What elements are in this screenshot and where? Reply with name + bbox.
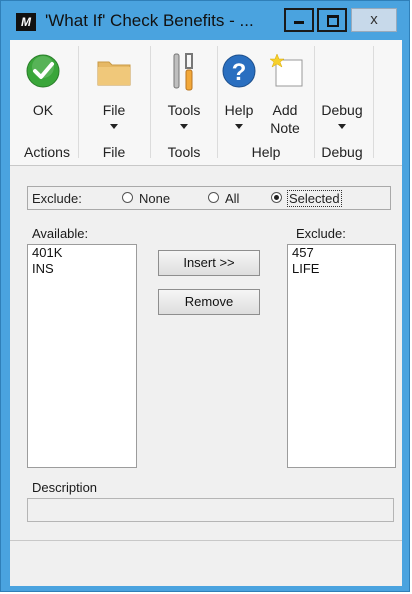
- tools-menu-button[interactable]: Tools: [154, 48, 214, 138]
- svg-text:?: ?: [232, 59, 247, 86]
- tools-label: Tools: [167, 102, 201, 118]
- help-menu-button[interactable]: ? Help: [216, 48, 262, 138]
- group-separator: [314, 46, 315, 158]
- minimize-button[interactable]: [284, 8, 314, 32]
- insert-button[interactable]: Insert >>: [158, 250, 260, 276]
- radio-all[interactable]: [208, 192, 219, 203]
- group-label-actions: Actions: [24, 144, 70, 160]
- debug-label: Debug: [321, 102, 363, 118]
- add-note-button[interactable]: Add Note: [262, 48, 308, 138]
- available-label: Available:: [32, 226, 89, 241]
- add-label: Add: [272, 102, 298, 118]
- window-title: 'What If' Check Benefits - ...: [45, 11, 254, 30]
- exclude-option-label: Exclude:: [32, 191, 82, 206]
- maximize-button[interactable]: [317, 8, 347, 32]
- description-field: [27, 498, 394, 522]
- close-button[interactable]: x: [351, 8, 397, 32]
- window-frame: M 'What If' Check Benefits - ... x OK Fi…: [0, 0, 410, 592]
- chevron-down-icon: [235, 124, 243, 129]
- chevron-down-icon: [338, 124, 346, 129]
- tools-icon: [173, 53, 193, 91]
- group-label-file: File: [102, 144, 126, 160]
- group-separator: [78, 46, 79, 158]
- title-bar[interactable]: M 'What If' Check Benefits - ... x: [1, 1, 409, 41]
- chevron-down-icon: [180, 124, 188, 129]
- radio-selected-label[interactable]: Selected: [287, 190, 342, 207]
- insert-button-label: Insert >>: [183, 255, 235, 270]
- chevron-down-icon: [110, 124, 118, 129]
- radio-all-label[interactable]: All: [225, 191, 239, 206]
- help-icon: ?: [222, 54, 256, 88]
- exclude-list[interactable]: 457 LIFE: [287, 244, 396, 468]
- group-separator: [373, 46, 374, 158]
- list-item[interactable]: 457: [288, 245, 395, 261]
- note-icon: [269, 53, 303, 87]
- group-label-tools: Tools: [167, 144, 201, 160]
- debug-menu-button[interactable]: Debug: [318, 48, 366, 138]
- ok-button[interactable]: OK: [16, 48, 70, 138]
- note-label: Note: [270, 120, 300, 136]
- app-icon: M: [16, 13, 36, 31]
- remove-button[interactable]: Remove: [158, 289, 260, 315]
- list-item[interactable]: INS: [28, 261, 136, 277]
- exclude-option-group: Exclude: None All Selected: [27, 186, 391, 210]
- ribbon: OK File Tools ? Help Add Note Debug Acti…: [10, 40, 402, 166]
- radio-selected[interactable]: [271, 192, 282, 203]
- group-label-help: Help: [251, 144, 281, 160]
- list-item[interactable]: LIFE: [288, 261, 395, 277]
- ok-label: OK: [32, 102, 54, 118]
- checkmark-icon: [26, 54, 60, 88]
- description-label: Description: [32, 480, 98, 495]
- group-label-debug: Debug: [321, 144, 363, 160]
- divider: [10, 540, 402, 541]
- file-menu-button[interactable]: File: [84, 48, 144, 138]
- client-area: OK File Tools ? Help Add Note Debug Acti…: [10, 40, 402, 586]
- help-label: Help: [224, 102, 254, 118]
- available-list[interactable]: 401K INS: [27, 244, 137, 468]
- file-label: File: [102, 102, 126, 118]
- group-separator: [150, 46, 151, 158]
- radio-none[interactable]: [122, 192, 133, 203]
- remove-button-label: Remove: [184, 294, 234, 309]
- list-item[interactable]: 401K: [28, 245, 136, 261]
- exclude-list-label: Exclude:: [296, 226, 346, 241]
- radio-none-label[interactable]: None: [139, 191, 170, 206]
- folder-icon: [97, 61, 131, 86]
